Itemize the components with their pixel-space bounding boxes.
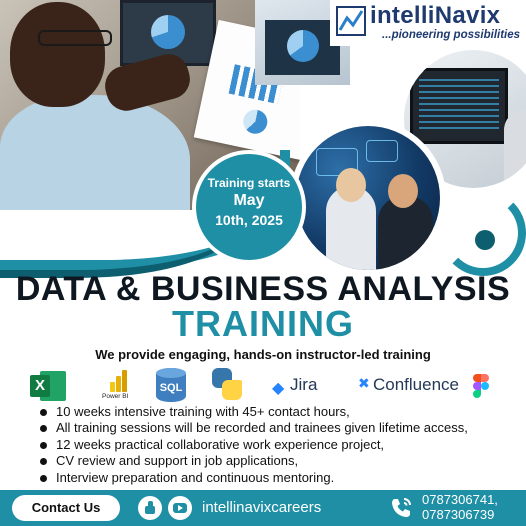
benefits-list: 10 weeks intensive training with 45+ con… (38, 404, 526, 486)
phone-icon (392, 498, 411, 517)
brand-name: intelliNavix (370, 2, 501, 29)
tool-logos: X Power BI SQL ◆ Jira ✖ Confluence (28, 366, 498, 406)
social-handle[interactable]: intellinavixcareers (202, 499, 321, 516)
jira-label: Jira (290, 375, 318, 394)
contact-us-button[interactable]: Contact Us (12, 495, 120, 521)
powerbi-label: Power BI (102, 393, 129, 400)
youtube-icon[interactable] (168, 496, 192, 520)
sql-icon: SQL (154, 366, 188, 406)
badge-line1: Training starts (207, 176, 291, 190)
confluence-icon: ✖ Confluence (358, 375, 460, 394)
brand-tagline: ...pioneering possibilities (382, 29, 521, 41)
python-icon (208, 366, 248, 406)
start-date-badge: Training starts May 10th, 2025 (192, 150, 306, 264)
figma-icon (471, 366, 491, 406)
list-item: Interview preparation and continuous men… (38, 470, 526, 486)
list-item: CV review and support in job application… (38, 453, 526, 469)
powerbi-icon: Power BI (98, 366, 138, 406)
list-item: 10 weeks intensive training with 45+ con… (38, 404, 526, 420)
list-item: 12 weeks practical collaborative work ex… (38, 437, 526, 453)
confluence-label: Confluence (373, 375, 460, 394)
phone-number-2[interactable]: 0787306739 (422, 507, 498, 522)
headline-tagline: We provide engaging, hands-on instructor… (95, 347, 431, 362)
thumbs-up-icon[interactable] (138, 496, 162, 520)
excel-icon: X (30, 369, 68, 403)
training-flyer: intelliNavix ...pioneering possibilities… (0, 0, 526, 526)
footer-bar: Contact Us intellinavixcareers 078730674… (0, 490, 526, 526)
headline-subtitle: TRAINING (172, 303, 354, 344)
jira-icon: ◆ Jira (272, 375, 318, 397)
badge-month: May (233, 192, 265, 209)
phone-number-1[interactable]: 0787306741, (422, 492, 498, 507)
logo-icon (336, 6, 366, 36)
sql-label: SQL (159, 382, 183, 394)
team-photo (290, 120, 446, 276)
brand-logo: intelliNavix ...pioneering possibilities (330, 0, 526, 46)
list-item: All training sessions will be recorded a… (38, 420, 526, 436)
badge-date: 10th, 2025 (215, 212, 283, 228)
phone-numbers: 0787306741, 0787306739 (422, 492, 498, 522)
decorative-dot (475, 230, 495, 250)
